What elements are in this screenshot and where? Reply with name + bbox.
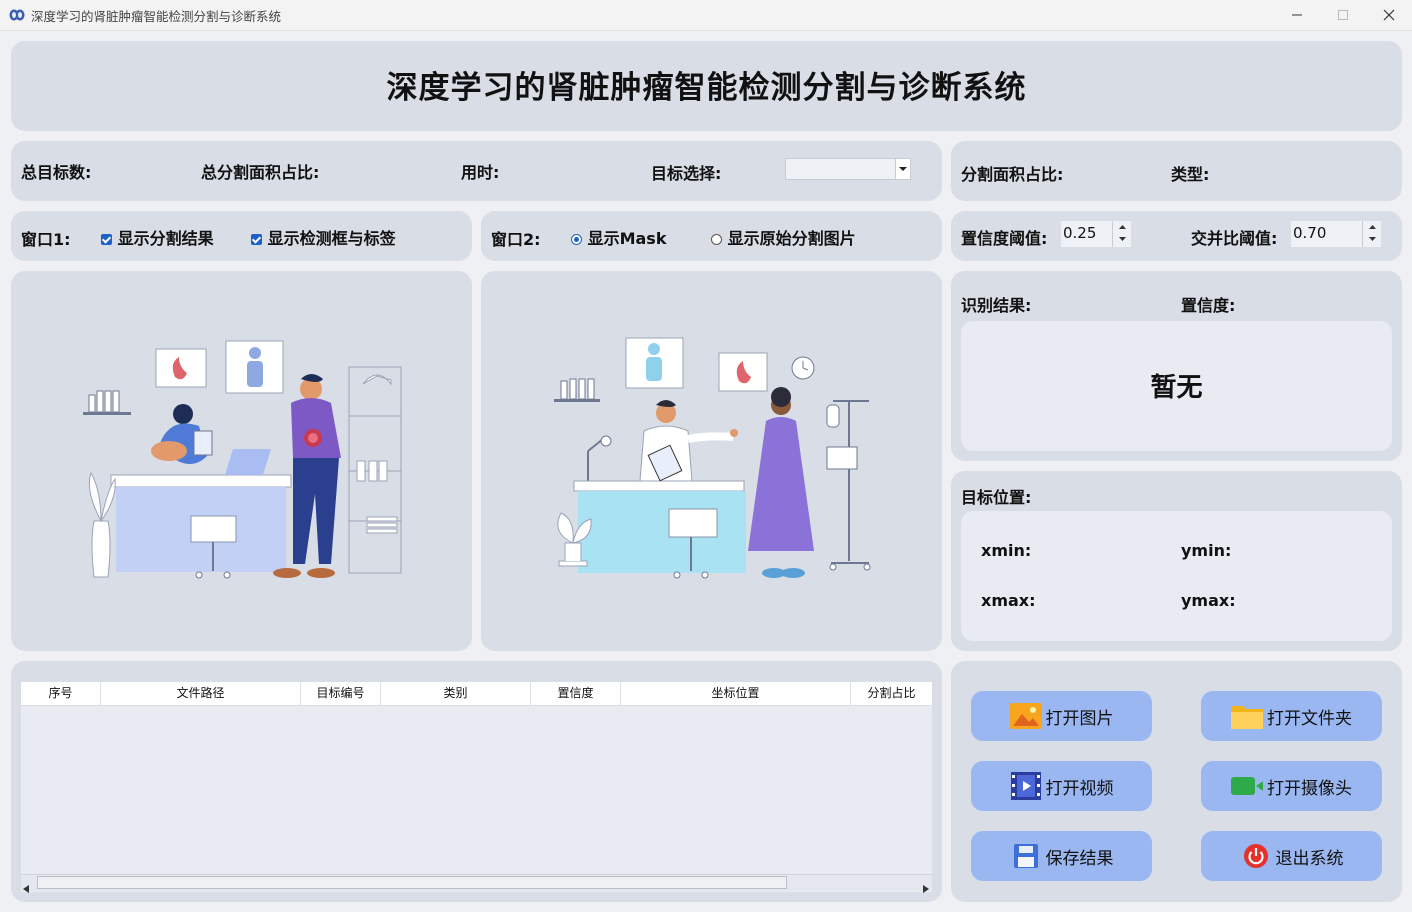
power-icon: [1240, 842, 1272, 870]
save-result-button[interactable]: 保存结果: [971, 831, 1152, 881]
close-icon: [1383, 9, 1395, 21]
confidence-label: 置信度:: [1181, 296, 1236, 315]
app-icon: [9, 9, 25, 21]
save-icon: [1010, 842, 1042, 870]
minimize-button[interactable]: [1274, 0, 1320, 30]
doctor-consultation-illustration: [83, 340, 402, 579]
iou-threshold-label: 交并比阈值:: [1191, 229, 1278, 248]
image-view-2: [481, 271, 942, 651]
checkbox-checked-icon: [251, 234, 262, 245]
spin-up-icon[interactable]: [1363, 221, 1381, 233]
show-mask-label: 显示Mask: [587, 229, 667, 248]
page-title: 深度学习的肾脏肿瘤智能检测分割与诊断系统: [386, 70, 1027, 106]
spin-down-icon[interactable]: [1363, 233, 1381, 245]
col-index[interactable]: 序号: [21, 682, 101, 705]
open-folder-label: 打开文件夹: [1267, 708, 1352, 729]
target-select-label: 目标选择:: [651, 164, 722, 183]
col-seg-ratio[interactable]: 分割占比: [851, 682, 932, 705]
spin-down-icon[interactable]: [1113, 233, 1131, 245]
maximize-icon: [1338, 10, 1348, 20]
position-display: [961, 511, 1392, 641]
open-video-label: 打开视频: [1045, 778, 1114, 799]
position-label: 目标位置:: [961, 488, 1032, 507]
iou-threshold-value: 0.70: [1293, 224, 1327, 242]
seg-ratio-label: 分割面积占比:: [961, 165, 1064, 184]
image-icon: [1009, 702, 1042, 730]
time-used-label: 用时:: [461, 163, 500, 182]
col-file-path[interactable]: 文件路径: [101, 682, 301, 705]
video-icon: [1010, 772, 1042, 800]
window-titlebar: 深度学习的肾脏肿瘤智能检测分割与诊断系统: [0, 0, 1412, 31]
total-seg-ratio-label: 总分割面积占比:: [201, 163, 320, 182]
radio-unselected-icon: [711, 234, 722, 245]
save-result-label: 保存结果: [1045, 848, 1114, 869]
xmin-label: xmin:: [981, 541, 1032, 560]
col-class[interactable]: 类别: [381, 682, 531, 705]
target-select-dropdown[interactable]: [785, 158, 911, 180]
table-horizontal-scrollbar[interactable]: [21, 874, 932, 893]
conf-threshold-value: 0.25: [1063, 224, 1097, 242]
show-seg-label: 显示分割结果: [117, 229, 214, 248]
show-det-checkbox[interactable]: 显示检测框与标签: [251, 225, 396, 249]
maximize-button[interactable]: [1320, 0, 1366, 30]
scroll-thumb[interactable]: [37, 876, 787, 889]
ymin-label: ymin:: [1181, 541, 1232, 560]
total-targets-label: 总目标数:: [21, 163, 92, 182]
show-det-label: 显示检测框与标签: [267, 229, 396, 248]
folder-icon: [1231, 702, 1263, 730]
iou-threshold-spinbox[interactable]: 0.70: [1291, 221, 1381, 247]
chevron-down-icon: [895, 159, 910, 179]
radio-selected-icon: [571, 234, 582, 245]
ymax-label: ymax:: [1181, 591, 1236, 610]
window2-label: 窗口2:: [491, 230, 541, 249]
scroll-left-icon[interactable]: [23, 878, 29, 897]
xmax-label: xmax:: [981, 591, 1036, 610]
show-orig-label: 显示原始分割图片: [727, 229, 856, 248]
spin-up-icon[interactable]: [1113, 221, 1131, 233]
open-image-label: 打开图片: [1045, 708, 1114, 729]
open-image-button[interactable]: 打开图片: [971, 691, 1152, 741]
window1-options-panel: [11, 211, 472, 261]
results-table[interactable]: 序号 文件路径 目标编号 类别 置信度 坐标位置 分割占比: [21, 682, 932, 892]
window1-label: 窗口1:: [21, 230, 71, 249]
minimize-icon: [1292, 14, 1302, 16]
result-value: 暂无: [1150, 373, 1203, 403]
conf-threshold-spinbox[interactable]: 0.25: [1061, 221, 1131, 247]
table-header: 序号 文件路径 目标编号 类别 置信度 坐标位置 分割占比: [21, 682, 932, 706]
image-view-1: [11, 271, 472, 651]
col-coordinates[interactable]: 坐标位置: [621, 682, 851, 705]
col-confidence[interactable]: 置信度: [531, 682, 621, 705]
show-seg-checkbox[interactable]: 显示分割结果: [101, 225, 214, 249]
result-label: 识别结果:: [961, 296, 1032, 315]
col-target-id[interactable]: 目标编号: [301, 682, 381, 705]
open-folder-button[interactable]: 打开文件夹: [1201, 691, 1382, 741]
camera-icon: [1231, 772, 1263, 800]
checkbox-checked-icon: [101, 234, 112, 245]
result-display: 暂无: [961, 321, 1392, 451]
close-button[interactable]: [1366, 0, 1412, 30]
open-video-button[interactable]: 打开视频: [971, 761, 1152, 811]
type-label: 类型:: [1171, 165, 1210, 184]
window-title: 深度学习的肾脏肿瘤智能检测分割与诊断系统: [31, 9, 282, 24]
open-camera-button[interactable]: 打开摄像头: [1201, 761, 1382, 811]
exit-button[interactable]: 退出系统: [1201, 831, 1382, 881]
scroll-right-icon[interactable]: [923, 878, 929, 897]
conf-threshold-label: 置信度阈值:: [961, 229, 1048, 248]
doctor-patient-illustration: [554, 337, 871, 579]
show-orig-radio[interactable]: 显示原始分割图片: [711, 225, 856, 249]
exit-label: 退出系统: [1275, 848, 1344, 869]
title-panel: 深度学习的肾脏肿瘤智能检测分割与诊断系统: [11, 41, 1402, 131]
open-camera-label: 打开摄像头: [1267, 778, 1352, 799]
show-mask-radio[interactable]: 显示Mask: [571, 225, 666, 249]
